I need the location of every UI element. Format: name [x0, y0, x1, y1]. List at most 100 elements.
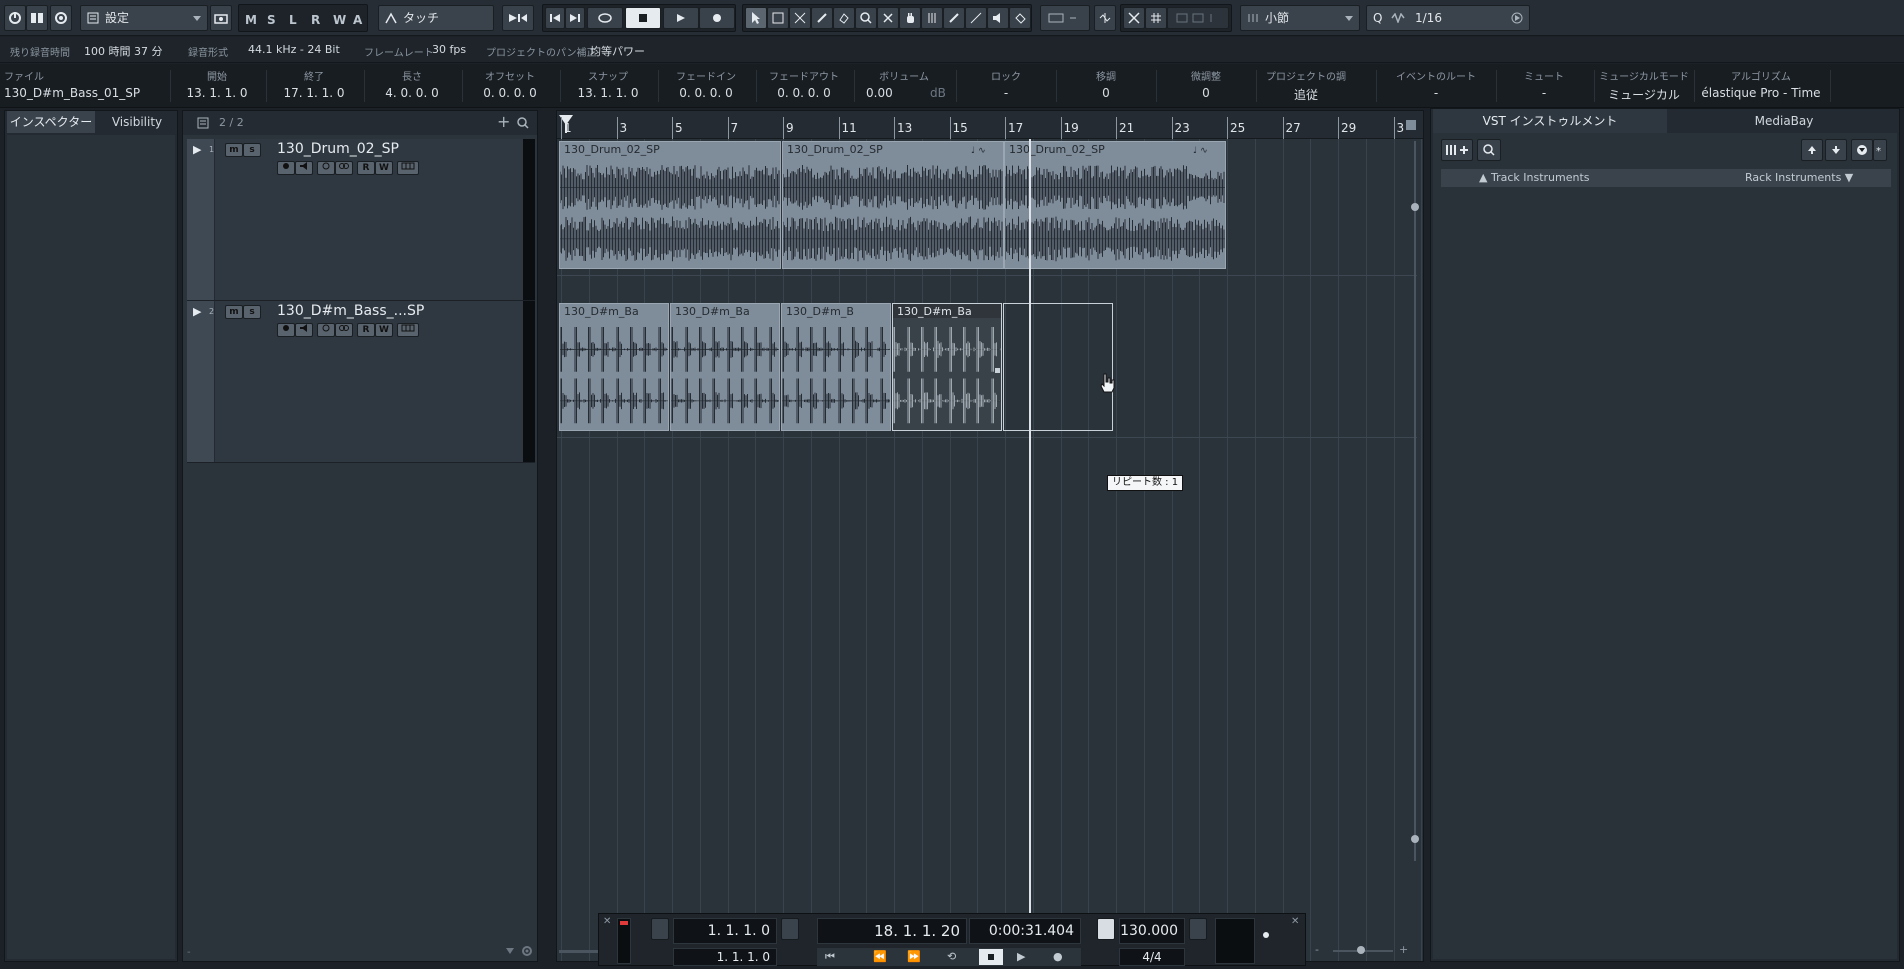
frame-rate-value[interactable]: 30 fps [432, 43, 466, 56]
ruler[interactable]: 1 3 5 7 9 11 13 15 17 19 21 23 25 27 29 3 [557, 111, 1423, 139]
metronome-button[interactable] [1189, 918, 1207, 940]
divider-track-handle[interactable]: - [187, 947, 191, 958]
read-button[interactable]: R [357, 161, 375, 175]
goto-end-button[interactable] [565, 7, 585, 29]
audio-event[interactable]: 130_D#m_Ba [559, 303, 669, 431]
info-length-value[interactable]: 4. 0. 0. 0 [366, 86, 458, 100]
info-mute-value[interactable]: - [1498, 86, 1590, 100]
settings-dropdown[interactable]: 設定 [80, 5, 208, 31]
auto-select-button[interactable] [1123, 7, 1145, 29]
color-menu[interactable] [1040, 5, 1090, 31]
horizontal-zoom-handle[interactable] [1357, 946, 1365, 954]
mute-button[interactable]: m [225, 305, 243, 319]
record-button[interactable] [699, 7, 735, 29]
panel-options-button[interactable]: * [1873, 139, 1887, 161]
tab-inspector[interactable]: インスペクター [7, 111, 95, 133]
mute-button[interactable]: m [225, 143, 243, 157]
color-tool[interactable] [1009, 7, 1031, 29]
audio-event[interactable]: 130_D#m_B [781, 303, 891, 431]
layout-button[interactable] [26, 5, 48, 31]
info-snap-value[interactable]: 13. 1. 1. 0 [562, 86, 654, 100]
find-instrument-button[interactable] [1477, 139, 1501, 161]
goto-start-icon[interactable]: ⏮ [825, 950, 835, 964]
snap-type-dropdown[interactable] [1167, 7, 1229, 29]
close-icon[interactable]: ✕ [1291, 916, 1299, 927]
gear-icon[interactable] [521, 945, 533, 957]
monitor-button[interactable] [295, 323, 313, 337]
draw-tool[interactable] [943, 7, 965, 29]
stop-button[interactable] [979, 949, 1003, 965]
tab-vst-instruments[interactable]: VST インストゥルメント [1433, 109, 1667, 133]
play-button[interactable] [663, 7, 699, 29]
move-up-button[interactable] [1801, 139, 1823, 161]
monitor-button[interactable] [295, 161, 313, 175]
mute-all-button[interactable]: M [245, 13, 257, 27]
object-selection-tool[interactable] [745, 7, 767, 29]
record-icon[interactable]: ● [1053, 950, 1063, 963]
info-musical-mode-value[interactable]: ミュージカル [1596, 86, 1692, 103]
project-cursor[interactable] [1029, 139, 1031, 961]
grid-type-dropdown[interactable]: 小節 [1240, 5, 1360, 31]
repeat-handle[interactable] [995, 368, 1000, 373]
autoscroll-button[interactable] [502, 5, 534, 31]
info-project-key-value[interactable]: 追従 [1258, 86, 1354, 103]
zoom-out-icon[interactable]: - [1315, 943, 1319, 956]
zoom-tool[interactable] [855, 7, 877, 29]
left-locator-button[interactable] [651, 918, 669, 940]
tempo-track-button[interactable] [1097, 918, 1115, 940]
vertical-zoom-handle[interactable] [1411, 203, 1419, 211]
edit-channel-button[interactable] [397, 323, 419, 337]
record-enable-button[interactable] [277, 161, 295, 175]
track-row[interactable]: ▶ 1 m s 130_Drum_02_SP R W [187, 139, 535, 301]
read-automation-button[interactable]: R [311, 13, 320, 27]
chevron-down-icon[interactable] [505, 947, 515, 955]
mute-tool[interactable] [877, 7, 899, 29]
listen-button[interactable]: L [289, 13, 297, 27]
erase-tool[interactable] [833, 7, 855, 29]
hand-tool[interactable] [899, 7, 921, 29]
rewind-icon[interactable]: ⏪ [873, 950, 887, 963]
line-tool[interactable] [965, 7, 987, 29]
info-fade-in-value[interactable]: 0. 0. 0. 0 [660, 86, 752, 100]
track-name[interactable]: 130_Drum_02_SP [277, 141, 399, 157]
info-finetune-value[interactable]: 0 [1158, 86, 1254, 100]
play-icon[interactable]: ▶ [1017, 950, 1025, 963]
right-locator-display[interactable]: 1. 1. 1. 0 [673, 948, 777, 966]
glue-tool[interactable] [811, 7, 833, 29]
record-enable-button[interactable] [277, 323, 295, 337]
horizontal-scroll[interactable] [559, 950, 599, 953]
add-track-icon[interactable]: + [497, 112, 510, 131]
info-fade-out-value[interactable]: 0. 0. 0. 0 [758, 86, 850, 100]
solo-button[interactable]: s [243, 143, 261, 157]
info-start-value[interactable]: 13. 1. 1. 0 [172, 86, 262, 100]
info-root-key-value[interactable]: - [1378, 86, 1494, 100]
position-display-time[interactable]: 0:00:31.404 [969, 918, 1081, 944]
snap-on-off-button[interactable] [1145, 7, 1167, 29]
vertical-zoom-handle[interactable] [1411, 835, 1419, 843]
timebase-button[interactable] [317, 323, 335, 337]
info-transpose-value[interactable]: 0 [1058, 86, 1154, 100]
selected-audio-event[interactable]: 130_D#m_Ba [892, 303, 1002, 431]
audio-event[interactable]: 130_Drum_02_SP [559, 141, 781, 269]
close-icon[interactable]: ✕ [603, 916, 611, 927]
zoom-in-icon[interactable]: + [1399, 943, 1408, 956]
track-row[interactable]: ▶ 2 m s 130_D#m_Bass_...SP R W [187, 301, 535, 463]
lock-button[interactable] [335, 323, 353, 337]
add-track-instrument-button[interactable] [1441, 139, 1473, 161]
move-down-button[interactable] [1825, 139, 1847, 161]
read-button[interactable]: R [357, 323, 375, 337]
tab-visibility[interactable]: Visibility [97, 111, 177, 133]
write-button[interactable]: W [375, 323, 393, 337]
info-algorithm-value[interactable]: élastique Pro - Time [1696, 86, 1826, 100]
quantize-dropdown[interactable]: Q 1/16 [1366, 5, 1530, 31]
ruler-options-icon[interactable] [1405, 119, 1417, 131]
signature-display[interactable]: 4/4 [1119, 948, 1185, 966]
constrain-delay-button[interactable] [50, 5, 72, 31]
automation-mode-dropdown[interactable]: タッチ [378, 5, 494, 31]
tempo-display[interactable]: 130.000 [1119, 918, 1185, 944]
info-volume-value[interactable]: 0.00 [866, 86, 893, 100]
activate-project-button[interactable] [4, 5, 26, 31]
track-name[interactable]: 130_D#m_Bass_...SP [277, 303, 424, 319]
rack-instruments-toggle[interactable]: Rack Instruments ▼ [1745, 171, 1853, 184]
edit-channel-button[interactable] [397, 161, 419, 175]
